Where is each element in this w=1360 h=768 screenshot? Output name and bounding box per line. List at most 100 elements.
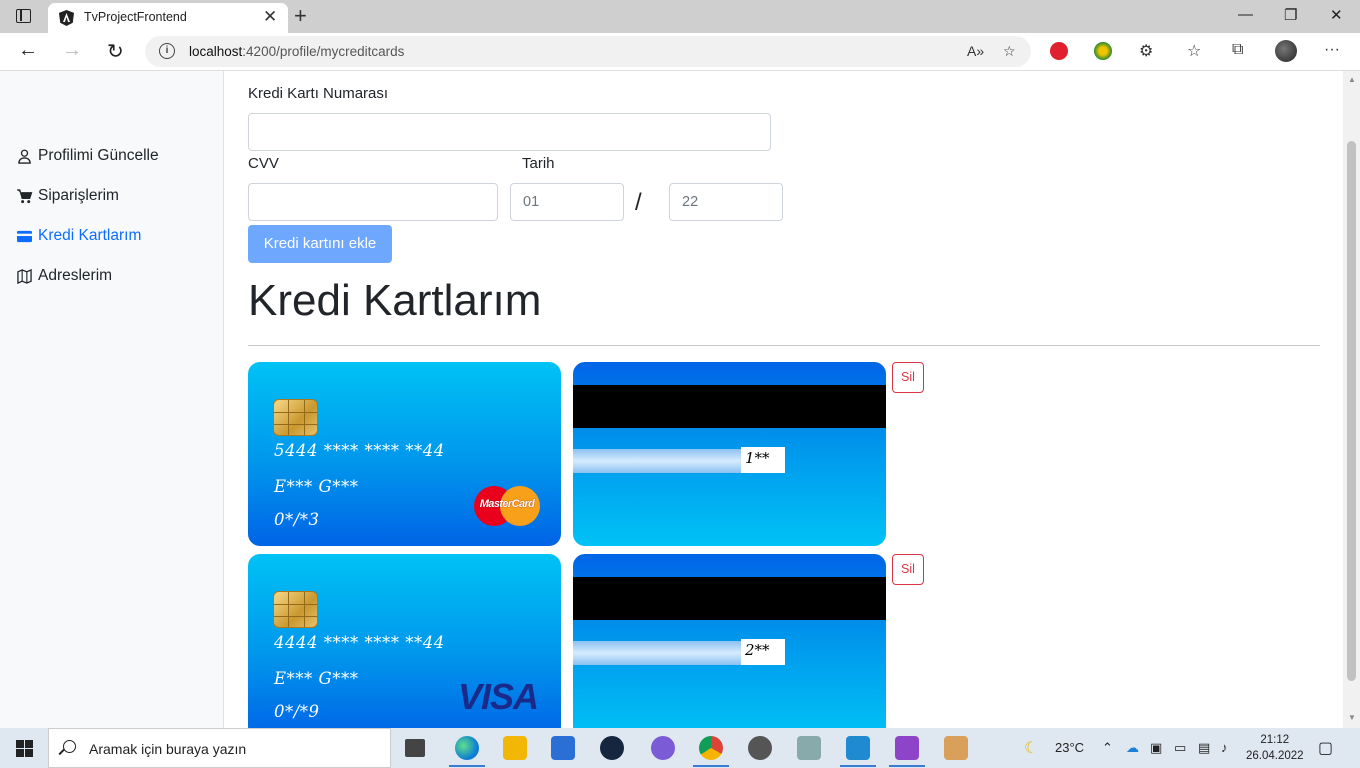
add-card-button[interactable]: Kredi kartını ekle — [248, 225, 392, 263]
visa-logo: VISA — [458, 676, 539, 717]
more-options-icon[interactable]: ··· — [1324, 41, 1340, 59]
task-view-icon[interactable] — [405, 739, 425, 757]
read-aloud-icon[interactable]: A» — [967, 43, 984, 59]
date-label: Tarih — [522, 155, 555, 172]
card-holder: E*** G*** — [274, 477, 359, 496]
url-field[interactable]: i localhost:4200/profile/mycreditcards A… — [145, 36, 1031, 67]
steam-icon[interactable] — [600, 736, 624, 760]
sidebar-item-label: Siparişlerim — [38, 187, 119, 204]
store-icon[interactable] — [551, 736, 575, 760]
close-tab-icon[interactable]: ✕ — [263, 8, 277, 26]
file-explorer-icon[interactable] — [503, 736, 527, 760]
card-cvv: 2** — [741, 639, 785, 665]
new-tab-icon[interactable]: + — [294, 3, 307, 29]
visual-studio-icon[interactable] — [889, 736, 925, 767]
network-icon[interactable]: ▤ — [1198, 740, 1210, 756]
sidebar-item-label: Adreslerim — [38, 267, 113, 284]
user-icon — [18, 149, 31, 164]
minimize-icon[interactable]: — — [1238, 6, 1253, 23]
search-placeholder: Aramak için buraya yazın — [89, 741, 247, 757]
onedrive-icon[interactable]: ☁ — [1126, 740, 1139, 756]
close-window-icon[interactable]: ✕ — [1330, 6, 1343, 24]
url-text[interactable]: localhost:4200/profile/mycreditcards — [189, 44, 404, 59]
back-icon[interactable]: ← — [18, 39, 38, 62]
collections-icon[interactable]: ⧉ — [1232, 41, 1243, 59]
favorite-add-icon[interactable]: ☆ — [1003, 43, 1016, 60]
info-icon[interactable]: i — [159, 43, 175, 59]
volume-icon[interactable]: ♪ — [1221, 740, 1228, 755]
signature-strip — [573, 449, 741, 473]
scroll-up-icon[interactable]: ▲ — [1348, 75, 1356, 84]
credit-card-icon — [17, 230, 32, 242]
scrollbar-thumb[interactable] — [1347, 141, 1356, 681]
tray-app-icon[interactable]: ▣ — [1150, 740, 1162, 756]
chip-icon — [273, 399, 318, 436]
card-cvv: 1** — [741, 447, 785, 473]
profile-avatar[interactable] — [1275, 40, 1297, 62]
restore-icon[interactable]: ❐ — [1284, 6, 1297, 24]
page-title: Kredi Kartlarım — [248, 276, 542, 325]
search-icon — [63, 740, 76, 753]
date-separator: / — [635, 189, 642, 216]
browser-tab-bar: TvProjectFrontend ✕ + — ❐ ✕ — [0, 0, 1360, 33]
year-input[interactable]: 22 — [669, 183, 783, 221]
weather-icon[interactable]: ☾ — [1024, 738, 1038, 758]
browser-tab[interactable]: TvProjectFrontend ✕ — [48, 3, 288, 33]
card-back: 2** — [573, 554, 886, 728]
adblock-icon[interactable] — [1050, 42, 1068, 60]
edge-icon[interactable] — [449, 736, 485, 767]
favorites-icon[interactable]: ☆ — [1187, 41, 1201, 61]
photos-icon[interactable] — [797, 736, 821, 760]
delete-card-button[interactable]: Sil — [892, 362, 924, 393]
delete-card-button[interactable]: Sil — [892, 554, 924, 585]
sidebar-item-addresses[interactable]: Adreslerim — [16, 267, 112, 285]
sidebar-item-orders[interactable]: Siparişlerim — [16, 187, 119, 205]
extension-globe-icon[interactable] — [1094, 42, 1112, 60]
magnetic-stripe — [573, 577, 886, 620]
page-content: Profilimi Güncelle Siparişlerim Kredi Ka… — [0, 71, 1360, 728]
refresh-icon[interactable]: ↻ — [107, 39, 124, 64]
extensions-icon[interactable]: ⚙ — [1139, 41, 1153, 61]
month-input[interactable]: 01 — [510, 183, 624, 221]
signature-strip — [573, 641, 741, 665]
tray-expand-icon[interactable]: ⌃ — [1102, 740, 1113, 756]
profile-sidebar: Profilimi Güncelle Siparişlerim Kredi Ka… — [0, 71, 224, 728]
chrome-icon[interactable] — [693, 736, 729, 767]
magnetic-stripe — [573, 385, 886, 428]
card-front: 4444 **** **** **44 E*** G*** 0*/*9 VISA — [248, 554, 561, 728]
address-bar: ← → ↻ i localhost:4200/profile/mycreditc… — [0, 33, 1360, 71]
scroll-down-icon[interactable]: ▼ — [1348, 713, 1356, 722]
sidebar-item-credit-cards[interactable]: Kredi Kartlarım — [16, 227, 141, 245]
windows-taskbar: Aramak için buraya yazın ☾ 23°C ⌃ ☁ ▣ ▭ … — [0, 728, 1360, 768]
settings-icon[interactable] — [748, 736, 772, 760]
sidebar-item-label: Kredi Kartlarım — [38, 227, 142, 244]
card-back: 1** — [573, 362, 886, 546]
card-holder: E*** G*** — [274, 669, 359, 688]
sidebar-item-profile[interactable]: Profilimi Güncelle — [16, 147, 159, 165]
taskbar-clock[interactable]: 21:12 26.04.2022 — [1246, 732, 1304, 764]
card-expiry: 0*/*3 — [274, 510, 320, 529]
card-front: 5444 **** **** **44 E*** G*** 0*/*3 Mast… — [248, 362, 561, 546]
cvv-input[interactable] — [248, 183, 498, 221]
chip-icon — [273, 591, 318, 628]
mastercard-logo: MasterCard — [474, 486, 540, 526]
windows-start-icon[interactable] — [16, 740, 33, 757]
page-scrollbar[interactable]: ▲ ▼ — [1343, 71, 1360, 728]
angular-icon — [59, 10, 74, 26]
messenger-icon[interactable] — [651, 736, 675, 760]
battery-icon[interactable]: ▭ — [1174, 740, 1186, 756]
temperature[interactable]: 23°C — [1055, 740, 1084, 755]
card-expiry: 0*/*9 — [274, 702, 320, 721]
taskbar-search[interactable]: Aramak için buraya yazın — [48, 728, 391, 768]
vscode-icon[interactable] — [840, 736, 876, 767]
forward-icon[interactable]: → — [62, 39, 82, 62]
clock-date: 26.04.2022 — [1246, 750, 1304, 762]
cart-icon — [17, 188, 33, 203]
cvv-label: CVV — [248, 155, 279, 172]
card-number-input[interactable] — [248, 113, 771, 151]
tab-actions-icon[interactable] — [16, 9, 31, 23]
tab-title: TvProjectFrontend — [84, 10, 187, 24]
paint-icon[interactable] — [944, 736, 968, 760]
card-number-label: Kredi Kartı Numarası — [248, 85, 389, 102]
notifications-icon[interactable]: ▢ — [1318, 738, 1333, 758]
